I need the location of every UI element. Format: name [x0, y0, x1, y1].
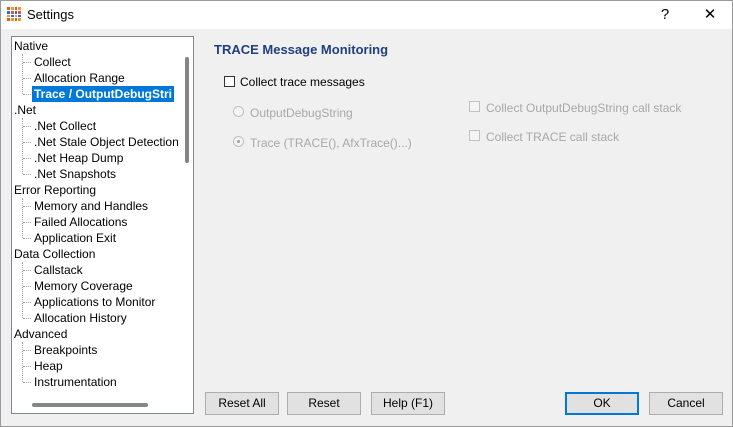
- tree-item[interactable]: Trace / OutputDebugStri: [32, 86, 175, 102]
- tree-vertical-scrollbar[interactable]: [185, 57, 189, 163]
- reset-button[interactable]: Reset: [287, 392, 361, 415]
- tree-connector: [23, 78, 31, 79]
- trace-radio[interactable]: [233, 136, 244, 147]
- collect-trace-checkbox[interactable]: [224, 76, 235, 87]
- tree-item[interactable]: .Net Stale Object Detection: [32, 134, 179, 150]
- tree-connector: [23, 318, 31, 319]
- tree-item[interactable]: Allocation History: [32, 310, 127, 326]
- tree-connector: [23, 206, 31, 207]
- tree-connector: [23, 158, 31, 159]
- tree-item[interactable]: .Net Collect: [32, 118, 96, 134]
- tree-item[interactable]: .Net Snapshots: [32, 166, 116, 182]
- tree-connector: [23, 174, 31, 175]
- cancel-button[interactable]: Cancel: [649, 392, 723, 415]
- collect-trace-label[interactable]: Collect trace messages: [240, 75, 365, 89]
- tree-group[interactable]: Advanced: [14, 326, 67, 342]
- tree-item[interactable]: .Net Heap Dump: [32, 150, 123, 166]
- settings-app-icon: [7, 7, 21, 21]
- settings-dialog: Settings ? ✕ Native Collect Allocation Ran…: [0, 0, 733, 427]
- tree-item[interactable]: Application Exit: [32, 230, 116, 246]
- close-icon[interactable]: ✕: [689, 1, 731, 29]
- trace-radio-label: Trace (TRACE(), AfxTrace()...): [250, 136, 412, 150]
- tree-item[interactable]: Heap: [32, 358, 63, 374]
- tree-item[interactable]: Instrumentation: [32, 374, 117, 390]
- tree-connector: [23, 302, 31, 303]
- tree-item[interactable]: Breakpoints: [32, 342, 97, 358]
- tree-group[interactable]: Error Reporting: [14, 182, 96, 198]
- page-title: TRACE Message Monitoring: [214, 42, 389, 57]
- tree-item[interactable]: Collect: [32, 54, 71, 70]
- tree-item[interactable]: Memory Coverage: [32, 278, 133, 294]
- ods-callstack-checkbox[interactable]: [469, 101, 480, 112]
- tree-group[interactable]: Native: [14, 38, 48, 54]
- trace-callstack-checkbox[interactable]: [469, 130, 480, 141]
- tree-group[interactable]: Data Collection: [14, 246, 95, 262]
- reset-all-button[interactable]: Reset All: [205, 392, 279, 415]
- tree-connector: [22, 118, 23, 174]
- tree-connector: [22, 342, 23, 382]
- title-bar: Settings ? ✕: [1, 1, 732, 29]
- ok-button[interactable]: OK: [565, 392, 639, 415]
- tree-connector: [23, 382, 31, 383]
- settings-tree[interactable]: Native Collect Allocation Range Trace / Out…: [11, 36, 194, 414]
- trace-callstack-label: Collect TRACE call stack: [486, 130, 620, 144]
- tree-connector: [23, 238, 31, 239]
- tree-connector: [22, 54, 23, 94]
- tree-item[interactable]: Callstack: [32, 262, 83, 278]
- tree-group[interactable]: .Net: [14, 102, 36, 118]
- tree-connector: [23, 286, 31, 287]
- window-title: Settings: [27, 7, 74, 22]
- tree-item[interactable]: Memory and Handles: [32, 198, 148, 214]
- tree-horizontal-scrollbar[interactable]: [32, 403, 148, 407]
- tree-item[interactable]: Failed Allocations: [32, 214, 127, 230]
- tree-connector: [23, 366, 31, 367]
- outputdebugstring-radio[interactable]: [233, 106, 244, 117]
- ods-callstack-label: Collect OutputDebugString call stack: [486, 101, 682, 115]
- tree-connector: [23, 94, 31, 95]
- tree-connector: [22, 262, 23, 318]
- tree-connector: [23, 62, 31, 63]
- tree-connector: [22, 198, 23, 238]
- tree-connector: [23, 350, 31, 351]
- tree-connector: [23, 270, 31, 271]
- tree-item[interactable]: Applications to Monitor: [32, 294, 155, 310]
- tree-item[interactable]: Allocation Range: [32, 70, 125, 86]
- tree-connector: [23, 222, 31, 223]
- outputdebugstring-radio-label: OutputDebugString: [250, 106, 353, 120]
- help-button[interactable]: Help (F1): [371, 392, 445, 415]
- tree-connector: [23, 126, 31, 127]
- radio-selected-dot: [237, 140, 240, 143]
- help-title-button[interactable]: ?: [644, 1, 686, 29]
- tree-connector: [23, 142, 31, 143]
